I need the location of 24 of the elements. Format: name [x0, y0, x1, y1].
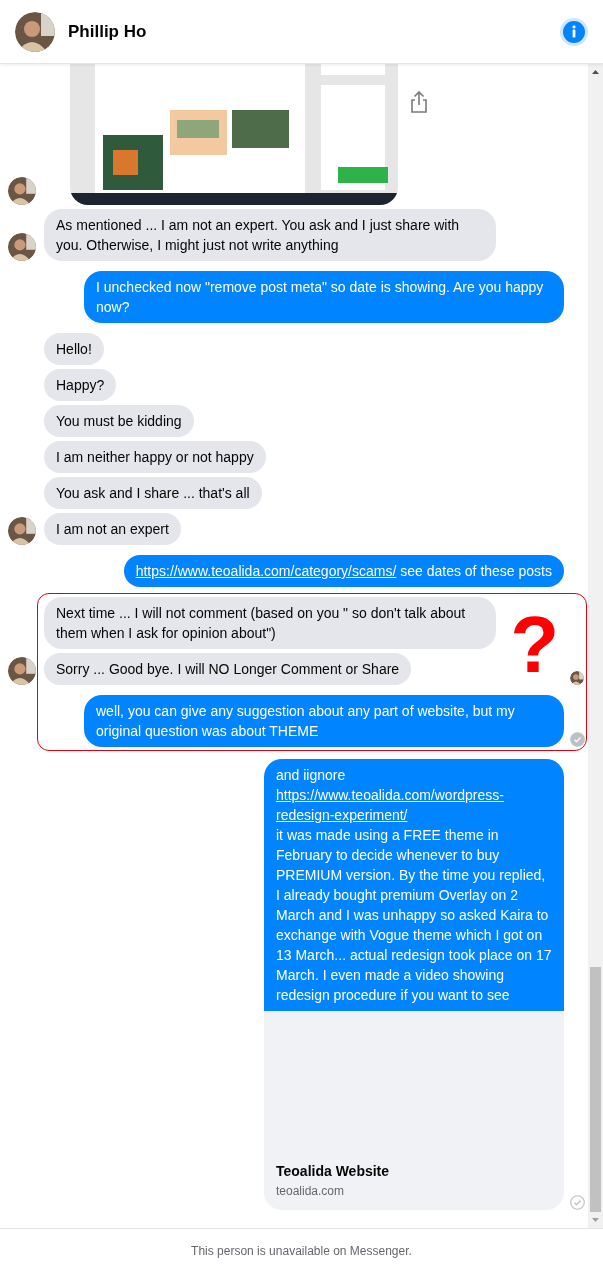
scrollbar-thumb[interactable]: [590, 967, 601, 1212]
avatar: [15, 11, 55, 52]
share-icon[interactable]: [410, 91, 428, 113]
message-bubble: I unchecked now "remove post meta" so date is showing. Are you happy now?: [84, 271, 564, 323]
message-bubble: You must be kidding: [44, 405, 194, 437]
message-bubble: https://www.teoalida.com/category/scams/ see dates of these posts: [123, 555, 564, 587]
message-bubble: Hello!: [44, 333, 104, 365]
message-text: and iignore https://www.teoalida.com/wordpress-redesign-experiment/ it was made using a FREE theme in February to decide whenever to buy PREMIUM version. By the time you replied, I already bought premium Overlay on 2 March and I was unhappy so asked Kaira to exchange with Vogue theme which I got on 13 March... actual redesign took place on 17 March. I even made a video showing redesign procedure if you want to see: [264, 759, 564, 1011]
message-bubble: Happy?: [44, 369, 117, 401]
message-bubble: Sorry ... Good bye. I will NO Longer Comment or Share: [44, 653, 412, 685]
message-bubble: Next time ... I will not comment (based on you " so don't talk about them when I ask for opinion about"): [44, 597, 496, 649]
message-bubble: As mentioned ... I am not an expert. You ask and I just share with you. Otherwise, I might just not write anything: [44, 209, 496, 261]
preview-title: Teoalida Website: [276, 1162, 391, 1181]
message-bubble: I am not an expert: [44, 513, 181, 545]
footer-notice: This person is unavailable on Messenger.: [191, 1242, 412, 1260]
message-bubble: You ask and I share ... that's all: [44, 477, 262, 509]
contact-name: Phillip Ho: [68, 20, 147, 43]
preview-domain: teoalida.com: [276, 1183, 346, 1200]
message-bubble: I am neither happy or not happy: [44, 441, 266, 473]
link-preview-card[interactable]: [264, 759, 564, 1210]
info-icon[interactable]: [560, 17, 588, 46]
message-bubble: well, you can give any suggestion about any part of website, but my original question was about THEME: [84, 695, 564, 747]
annotation-mark: ?: [510, 605, 559, 685]
message-link[interactable]: https://www.teoalida.com/category/scams/: [135, 563, 397, 579]
